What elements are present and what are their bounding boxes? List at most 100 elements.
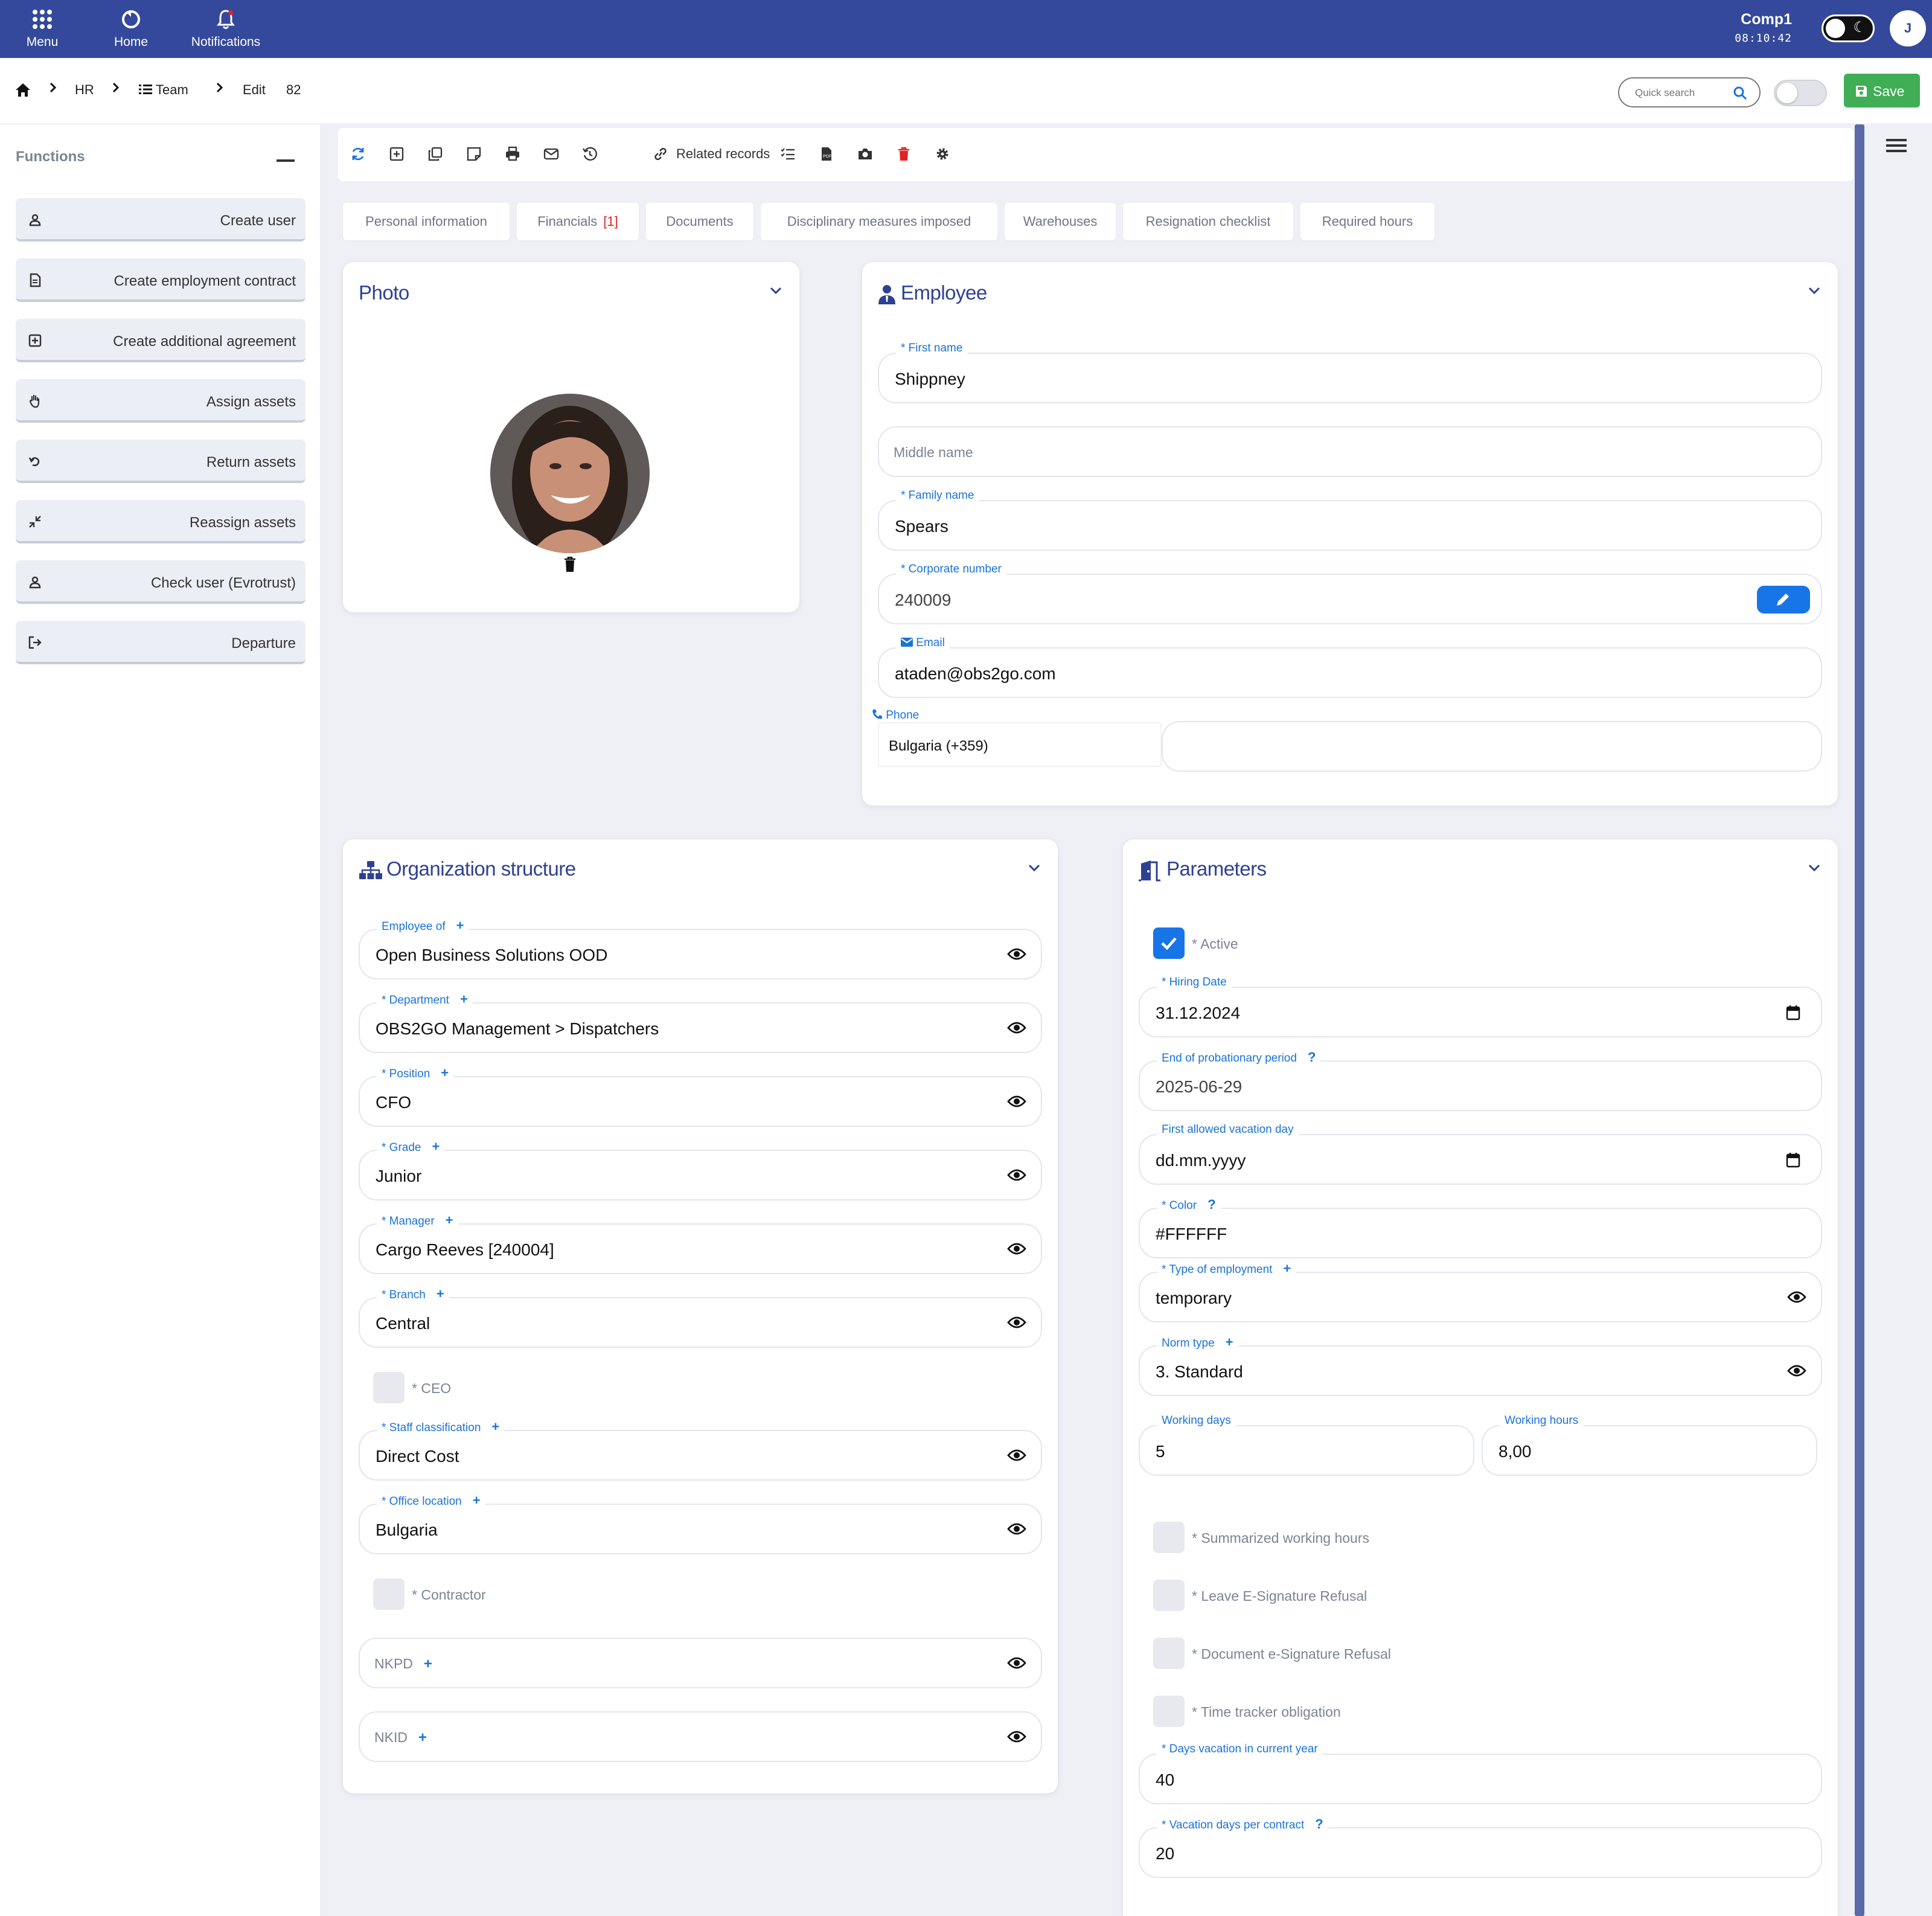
vacation-contract-help-icon[interactable]: ? xyxy=(1315,1816,1323,1831)
tab-documents[interactable]: Documents xyxy=(646,203,753,240)
search-icon[interactable] xyxy=(1733,86,1747,100)
manager-field[interactable]: * Manager + Cargo Reeves [240004] xyxy=(359,1213,1042,1274)
envelope-icon[interactable] xyxy=(543,146,559,162)
checklist-icon[interactable] xyxy=(780,146,796,162)
eye-icon[interactable] xyxy=(1007,1242,1026,1256)
color-field[interactable]: * Color? #FFFFFF xyxy=(1139,1197,1822,1258)
add-grade-icon[interactable]: + xyxy=(432,1139,440,1154)
corporate-number-field[interactable]: * Corporate number 240009 xyxy=(878,563,1822,624)
chevron-down-icon[interactable] xyxy=(1808,286,1821,295)
menu-button[interactable]: Menu xyxy=(0,6,85,50)
eye-icon[interactable] xyxy=(1007,1522,1026,1536)
return-assets-button[interactable]: Return assets xyxy=(16,440,305,483)
grade-field[interactable]: * Grade + Junior xyxy=(359,1139,1042,1200)
tab-required-hours[interactable]: Required hours xyxy=(1300,203,1435,240)
delete-photo-icon[interactable] xyxy=(564,557,576,572)
print-icon[interactable] xyxy=(505,146,520,162)
eye-icon[interactable] xyxy=(1007,1094,1026,1109)
camera-icon[interactable] xyxy=(857,146,873,162)
add-employer-icon[interactable]: + xyxy=(456,918,464,933)
add-branch-icon[interactable]: + xyxy=(437,1286,444,1301)
eye-icon[interactable] xyxy=(1787,1363,1806,1378)
norm-type-field[interactable]: Norm type + 3. Standard xyxy=(1139,1334,1822,1396)
eye-icon[interactable] xyxy=(1007,1448,1026,1463)
departure-button[interactable]: Departure xyxy=(16,621,305,664)
eye-icon[interactable] xyxy=(1007,947,1026,961)
pdf-icon[interactable]: PDF xyxy=(819,146,834,162)
tab-personal-information[interactable]: Personal information xyxy=(343,203,510,240)
tab-resignation-checklist[interactable]: Resignation checklist xyxy=(1123,203,1293,240)
branch-field[interactable]: * Branch + Central xyxy=(359,1286,1042,1348)
collapse-icon[interactable] xyxy=(277,159,295,162)
add-nkid-icon[interactable]: + xyxy=(418,1729,427,1746)
chevron-down-icon[interactable] xyxy=(1028,863,1041,872)
staff-classification-field[interactable]: * Staff classification + Direct Cost xyxy=(359,1419,1042,1481)
vacation-per-contract-field[interactable]: * Vacation days per contract? 20 xyxy=(1139,1816,1822,1878)
first-name-field[interactable]: * First name Shippney xyxy=(878,342,1822,403)
nkpd-field[interactable]: NKPD + xyxy=(359,1638,1042,1688)
add-manager-icon[interactable]: + xyxy=(446,1213,453,1228)
add-position-icon[interactable]: + xyxy=(441,1065,449,1080)
history-icon[interactable] xyxy=(582,146,598,162)
days-vacation-field[interactable]: * Days vacation in current year 40 xyxy=(1139,1743,1822,1804)
home-icon[interactable] xyxy=(14,82,31,98)
eye-icon[interactable] xyxy=(1007,1020,1026,1035)
employment-type-field[interactable]: * Type of employment + temporary xyxy=(1139,1261,1822,1322)
home-button[interactable]: Home xyxy=(89,6,173,50)
document-esignature-refusal-checkbox[interactable] xyxy=(1153,1638,1185,1669)
copy-icon[interactable] xyxy=(427,146,443,162)
active-checkbox[interactable] xyxy=(1153,928,1185,959)
chevron-down-icon[interactable] xyxy=(1808,863,1821,872)
hiring-date-field[interactable]: * Hiring Date 31.12.2024 xyxy=(1139,976,1822,1037)
create-employment-contract-button[interactable]: Create employment contract xyxy=(16,258,305,302)
tab-warehouses[interactable]: Warehouses xyxy=(1005,203,1116,240)
employee-of-field[interactable]: Employee of + Open Business Solutions OOD xyxy=(359,918,1042,979)
calendar-icon[interactable] xyxy=(1786,1152,1800,1168)
note-icon[interactable] xyxy=(466,146,482,162)
position-field[interactable]: * Position + CFO xyxy=(359,1065,1042,1127)
create-additional-agreement-button[interactable]: Create additional agreement xyxy=(16,319,305,362)
tab-disciplinary-measures[interactable]: Disciplinary measures imposed xyxy=(761,203,997,240)
color-help-icon[interactable]: ? xyxy=(1208,1197,1215,1212)
user-avatar[interactable]: J xyxy=(1890,10,1926,46)
add-employment-type-icon[interactable]: + xyxy=(1283,1261,1291,1276)
edit-corporate-number-button[interactable] xyxy=(1757,586,1810,614)
add-department-icon[interactable]: + xyxy=(460,992,468,1007)
eye-icon[interactable] xyxy=(1007,1729,1026,1744)
phone-field[interactable]: Phone xyxy=(867,709,1822,772)
breadcrumb-hr[interactable]: HR xyxy=(75,82,94,98)
first-vacation-day-field[interactable]: First allowed vacation day dd.mm.yyyy xyxy=(1139,1123,1822,1185)
edit-mode-switch[interactable] xyxy=(1774,80,1827,106)
quick-search-input[interactable] xyxy=(1635,85,1732,101)
ceo-checkbox[interactable] xyxy=(373,1372,405,1403)
vertical-scrollbar[interactable] xyxy=(1855,124,1864,1916)
phone-country-select[interactable]: Bulgaria (+359) xyxy=(878,722,1162,767)
eye-icon[interactable] xyxy=(1787,1290,1806,1304)
refresh-icon[interactable] xyxy=(350,146,366,162)
assign-assets-button[interactable]: Assign assets xyxy=(16,379,305,423)
calendar-icon[interactable] xyxy=(1786,1005,1800,1020)
email-field[interactable]: Email ataden@obs2go.com xyxy=(878,636,1822,698)
time-tracker-checkbox[interactable] xyxy=(1153,1696,1185,1727)
notifications-button[interactable]: Notifications xyxy=(184,6,268,50)
department-field[interactable]: * Department + OBS2GO Management > Dispat… xyxy=(359,992,1042,1053)
create-user-button[interactable]: Create user xyxy=(16,198,305,242)
probation-help-icon[interactable]: ? xyxy=(1308,1049,1316,1065)
tab-financials[interactable]: Financials [1] xyxy=(517,203,639,240)
eye-icon[interactable] xyxy=(1007,1315,1026,1330)
breadcrumb-team[interactable]: Team xyxy=(156,82,188,98)
probation-end-field[interactable]: End of probationary period? 2025-06-29 xyxy=(1139,1049,1822,1111)
add-record-icon[interactable] xyxy=(389,146,405,162)
summarized-hours-checkbox[interactable] xyxy=(1153,1522,1185,1553)
add-office-location-icon[interactable]: + xyxy=(473,1493,481,1508)
chevron-down-icon[interactable] xyxy=(769,286,782,295)
employee-photo[interactable] xyxy=(490,394,650,553)
family-name-field[interactable]: * Family name Spears xyxy=(878,489,1822,551)
eye-icon[interactable] xyxy=(1007,1656,1026,1670)
dark-mode-toggle[interactable]: ☾ xyxy=(1822,14,1875,42)
nkid-field[interactable]: NKID + xyxy=(359,1711,1042,1762)
add-staff-classification-icon[interactable]: + xyxy=(491,1419,499,1434)
working-days-field[interactable]: Working days 5 xyxy=(1139,1414,1474,1476)
check-user-evrotrust-button[interactable]: Check user (Evrotrust) xyxy=(16,560,305,604)
office-location-field[interactable]: * Office location + Bulgaria xyxy=(359,1493,1042,1554)
